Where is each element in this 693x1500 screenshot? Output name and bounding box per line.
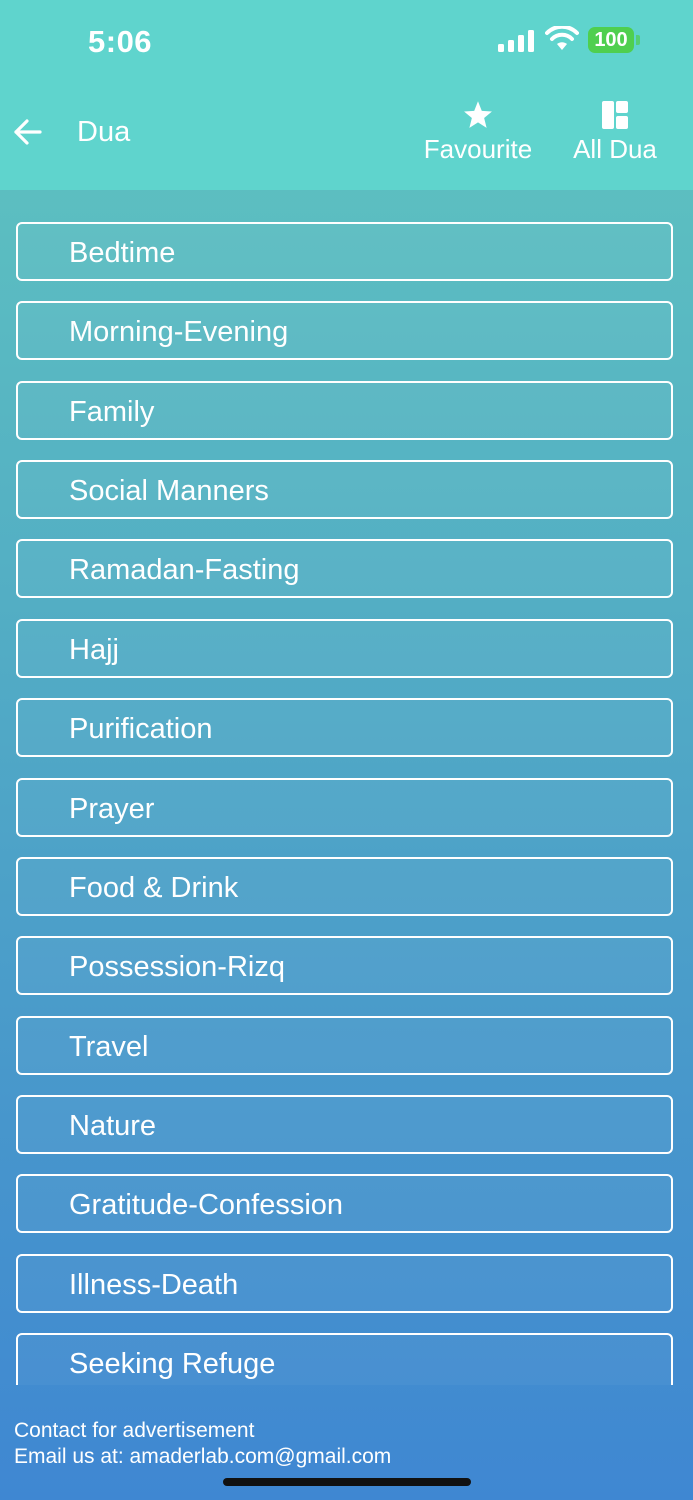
battery-icon: 100	[588, 27, 640, 53]
category-item-gratitude-confession[interactable]: Gratitude-Confession	[16, 1174, 673, 1233]
page-title: Dua	[77, 116, 131, 148]
category-item-nature[interactable]: Nature	[16, 1095, 673, 1154]
category-label: Bedtime	[69, 237, 176, 269]
category-item-food-drink[interactable]: Food & Drink	[16, 857, 673, 916]
star-icon	[464, 101, 492, 128]
category-item-morning-evening[interactable]: Morning-Evening	[16, 301, 673, 360]
footer-line-advertisement: Contact for advertisement	[14, 1419, 255, 1442]
category-label: Family	[69, 396, 155, 428]
category-label: Travel	[69, 1031, 149, 1063]
category-label: Social Manners	[69, 475, 269, 507]
battery-level: 100	[594, 29, 628, 51]
all-dua-button[interactable]: All Dua	[566, 100, 664, 170]
category-label: Purification	[69, 713, 213, 745]
dashboard-icon	[602, 101, 628, 129]
footer-contact: Contact for advertisement Email us at: a…	[14, 1418, 391, 1470]
category-item-family[interactable]: Family	[16, 381, 673, 440]
wifi-icon	[545, 26, 579, 50]
status-time: 5:06	[88, 24, 153, 59]
category-item-possession-rizq[interactable]: Possession-Rizq	[16, 936, 673, 995]
category-item-purification[interactable]: Purification	[16, 698, 673, 757]
category-item-illness-death[interactable]: Illness-Death	[16, 1254, 673, 1313]
arrow-left-icon[interactable]	[10, 114, 46, 150]
footer-line-email: Email us at: amaderlab.com@gmail.com	[14, 1445, 392, 1468]
app-bar: Dua Favourite All Dua	[0, 84, 693, 190]
category-item-ramadan-fasting[interactable]: Ramadan-Fasting	[16, 539, 673, 598]
favourite-label: Favourite	[423, 134, 533, 164]
category-label: Ramadan-Fasting	[69, 554, 300, 586]
cellular-signal-icon	[498, 30, 534, 52]
category-item-social-manners[interactable]: Social Manners	[16, 460, 673, 519]
status-bar: 5:06 100	[0, 0, 693, 84]
category-label: Seeking Refuge	[69, 1348, 276, 1380]
category-item-seeking-refuge[interactable]: Seeking Refuge	[16, 1333, 673, 1385]
home-indicator	[223, 1478, 471, 1486]
category-label: Illness-Death	[69, 1269, 239, 1301]
category-label: Morning-Evening	[69, 316, 289, 348]
category-label: Food & Drink	[69, 872, 239, 904]
category-label: Nature	[69, 1110, 157, 1142]
category-item-hajj[interactable]: Hajj	[16, 619, 673, 678]
category-label: Gratitude-Confession	[69, 1189, 344, 1221]
category-label: Prayer	[69, 793, 155, 825]
category-item-travel[interactable]: Travel	[16, 1016, 673, 1075]
all-dua-label: All Dua	[573, 134, 657, 164]
favourite-button[interactable]: Favourite	[418, 100, 538, 170]
category-label: Possession-Rizq	[69, 951, 285, 983]
category-item-prayer[interactable]: Prayer	[16, 778, 673, 837]
category-list: Bedtime Morning-Evening Family Social Ma…	[0, 190, 693, 1385]
category-label: Hajj	[69, 634, 119, 666]
category-item-bedtime[interactable]: Bedtime	[16, 222, 673, 281]
